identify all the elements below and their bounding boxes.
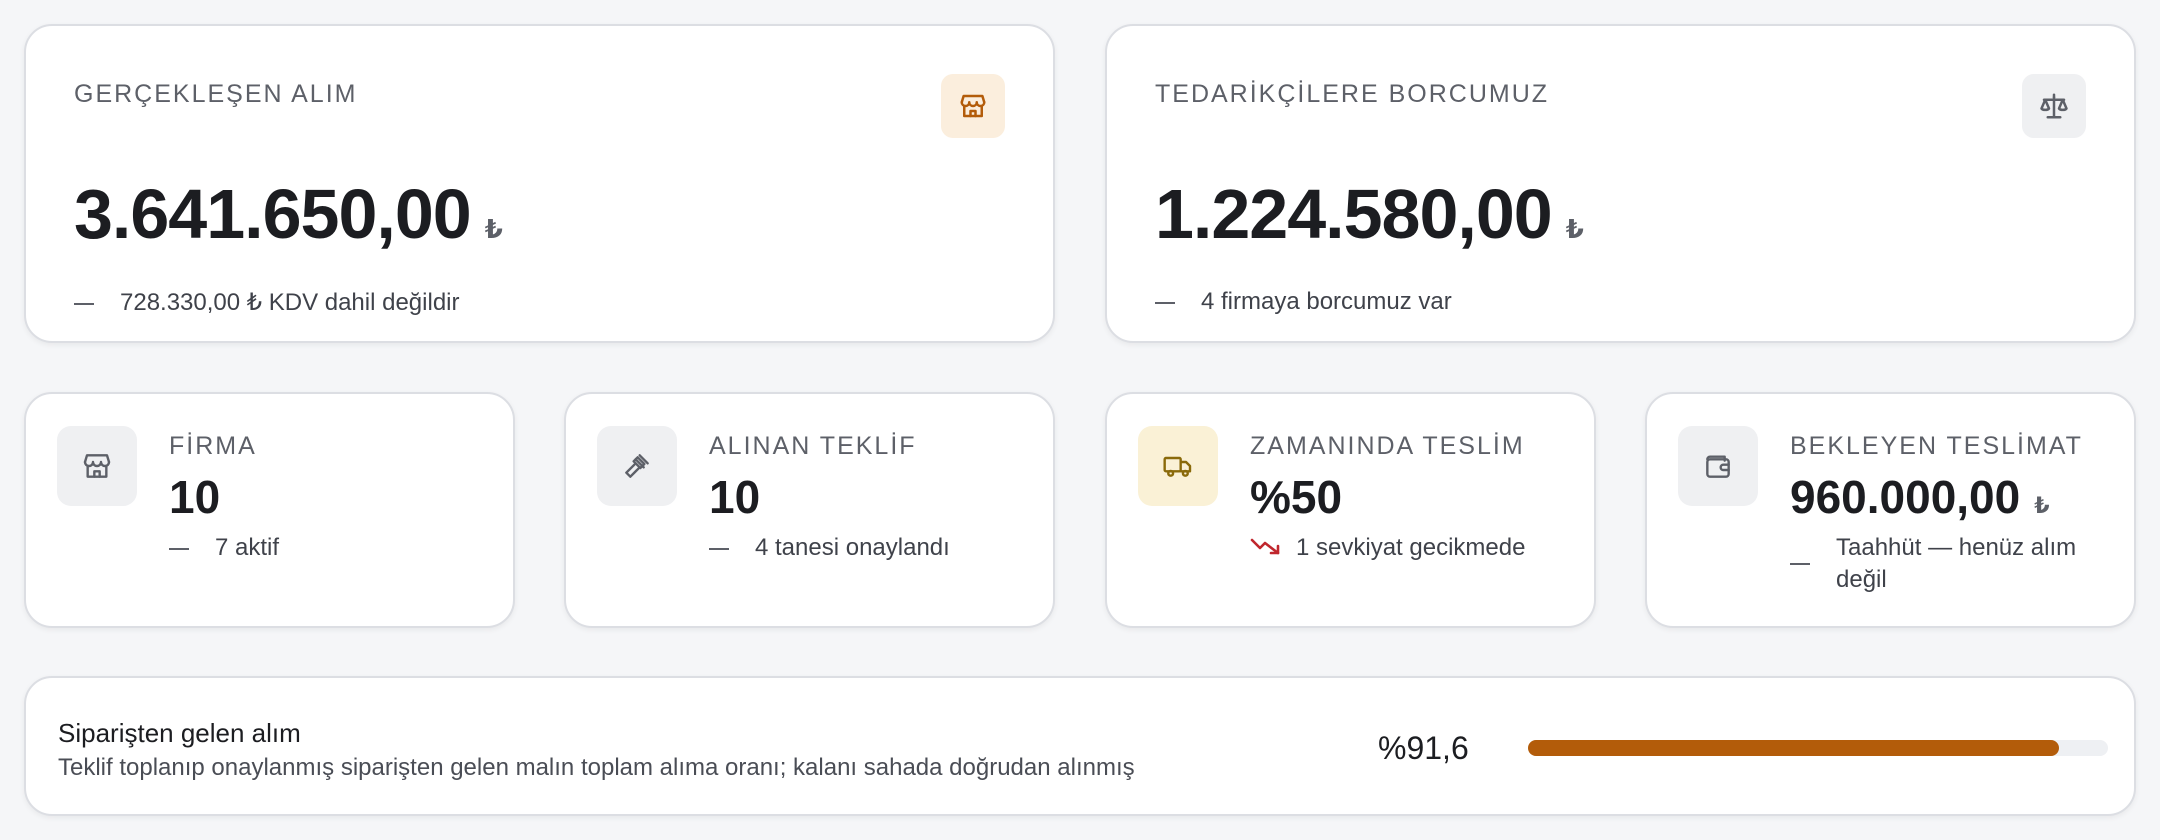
order-share-percent: %91,6 bbox=[1378, 730, 1469, 766]
wallet-icon bbox=[1678, 426, 1758, 506]
dash-icon bbox=[1790, 563, 1810, 565]
order-share-card: Siparişten gelen alım Teklif toplanıp on… bbox=[24, 676, 2136, 816]
supplier-debt-card: TEDARİKÇİLERE BORCUMUZ 1.224.580,00 ₺ 4 f… bbox=[1105, 24, 2136, 343]
trend-down-icon bbox=[1250, 533, 1282, 565]
stat-label: ZAMANINDA TESLİM bbox=[1250, 432, 1525, 460]
stat-value: %50 bbox=[1250, 471, 1343, 523]
order-share-title: Siparişten gelen alım bbox=[58, 718, 301, 748]
dash-icon bbox=[709, 547, 729, 550]
stat-value: 960.000,00 ₺ bbox=[1790, 471, 2050, 523]
stat-subtext: Taahhüt — henüz alım değil bbox=[1790, 532, 2100, 596]
stat-value: 10 bbox=[169, 471, 221, 523]
stat-label: ALINAN TEKLİF bbox=[709, 432, 917, 460]
stat-card-firms: FİRMA 10 7 aktif bbox=[24, 392, 515, 628]
purchase-summary-card: GERÇEKLEŞEN ALIM 3.641.650,00 ₺ 728.330,0… bbox=[24, 24, 1055, 343]
stat-subtext: 1 sevkiyat gecikmede bbox=[1250, 532, 1525, 565]
card-subtext: 4 firmaya borcumuz var bbox=[1155, 288, 1452, 316]
purchase-total-value: 3.641.650,00 ₺ bbox=[74, 175, 503, 253]
order-share-progress-fill bbox=[1528, 740, 2060, 756]
dash-icon bbox=[1155, 301, 1175, 304]
truck-icon bbox=[1138, 426, 1218, 506]
store-icon bbox=[57, 426, 137, 506]
dash-icon bbox=[169, 547, 189, 550]
stat-card-on-time-delivery: ZAMANINDA TESLİM %50 1 sevkiyat gecikmed… bbox=[1105, 392, 1596, 628]
order-share-progress-bar bbox=[1528, 740, 2108, 756]
currency-symbol: ₺ bbox=[2034, 493, 2050, 518]
gavel-icon bbox=[597, 426, 677, 506]
stat-subtext: 7 aktif bbox=[169, 532, 279, 564]
currency-symbol: ₺ bbox=[1565, 214, 1584, 244]
stat-value: 10 bbox=[709, 471, 761, 523]
store-icon bbox=[941, 74, 1005, 138]
stat-label: BEKLEYEN TESLİMAT bbox=[1790, 432, 2083, 460]
stat-card-pending-delivery: BEKLEYEN TESLİMAT 960.000,00 ₺ Taahhüt — … bbox=[1645, 392, 2136, 628]
scale-icon bbox=[2022, 74, 2086, 138]
supplier-debt-value: 1.224.580,00 ₺ bbox=[1155, 175, 1584, 253]
card-label: GERÇEKLEŞEN ALIM bbox=[74, 80, 358, 108]
dash-icon bbox=[74, 302, 94, 305]
card-subtext: 728.330,00 ₺ KDV dahil değildir bbox=[74, 288, 460, 317]
order-share-description: Teklif toplanıp onaylanmış siparişten ge… bbox=[58, 754, 1135, 781]
currency-symbol: ₺ bbox=[484, 214, 503, 244]
stat-subtext: 4 tanesi onaylandı bbox=[709, 532, 950, 564]
stat-label: FİRMA bbox=[169, 432, 257, 460]
stat-card-offers: ALINAN TEKLİF 10 4 tanesi onaylandı bbox=[564, 392, 1055, 628]
card-label: TEDARİKÇİLERE BORCUMUZ bbox=[1155, 80, 1550, 108]
